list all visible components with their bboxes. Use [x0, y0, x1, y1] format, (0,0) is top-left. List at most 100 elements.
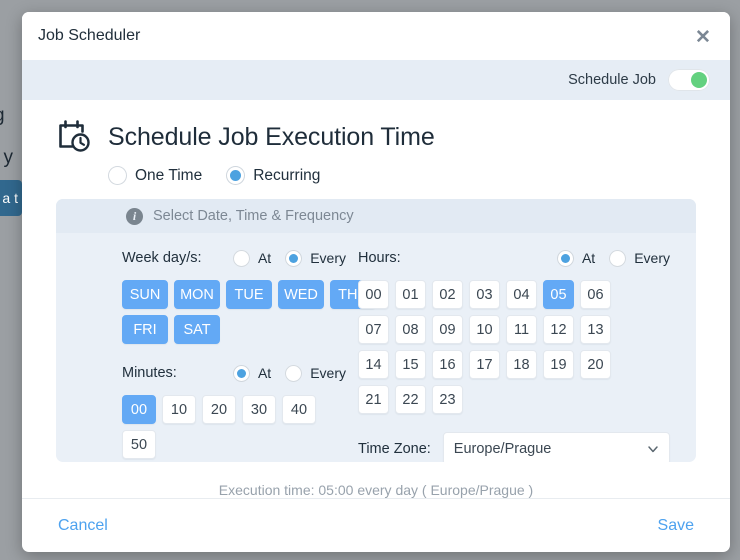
- hour-chip[interactable]: 13: [580, 315, 611, 344]
- radio-recurring[interactable]: [226, 166, 246, 185]
- hour-chip-grid: 00 01 02 03 04 05 06 07 08 09 10 11 12 1…: [358, 280, 640, 414]
- timezone-select[interactable]: Europe/Prague: [442, 432, 670, 462]
- mode-option-recurring[interactable]: Recurring: [226, 166, 320, 185]
- minute-chip[interactable]: 30: [242, 395, 276, 424]
- mode-option-one-time[interactable]: One Time: [108, 166, 202, 185]
- hour-chip[interactable]: 18: [506, 350, 537, 379]
- hour-chip[interactable]: 17: [469, 350, 500, 379]
- weekday-minute-column: Week day/s: At Every SUN MON TUE WED THU…: [56, 247, 376, 462]
- hours-label: Hours:: [358, 250, 401, 266]
- hour-chip[interactable]: 22: [395, 385, 426, 414]
- cancel-button[interactable]: Cancel: [56, 513, 110, 539]
- minute-chip[interactable]: 50: [122, 430, 156, 459]
- minutes-mode-every-label: Every: [310, 365, 346, 381]
- schedule-mode-radio-group: One Time Recurring: [108, 166, 696, 185]
- dialog-title: Job Scheduler: [38, 27, 141, 44]
- hours-mode-at[interactable]: At: [556, 249, 595, 267]
- schedule-job-label: Schedule Job: [568, 72, 656, 88]
- radio-hours-at[interactable]: [556, 249, 574, 267]
- weekday-chip[interactable]: WED: [278, 280, 324, 309]
- weekdays-mode-at-label: At: [257, 250, 272, 266]
- chevron-down-icon: [647, 443, 659, 455]
- job-scheduler-dialog: Job Scheduler ✕ Schedule Job Schedule Jo…: [22, 12, 730, 552]
- frequency-panel-header: i Select Date, Time & Frequency: [56, 199, 696, 233]
- timezone-value: Europe/Prague: [453, 440, 552, 457]
- minutes-mode-at[interactable]: At: [232, 364, 272, 382]
- radio-weekdays-every[interactable]: [285, 249, 303, 267]
- radio-weekdays-at[interactable]: [232, 249, 250, 267]
- hour-chip[interactable]: 23: [432, 385, 463, 414]
- radio-minutes-every[interactable]: [285, 364, 303, 382]
- schedule-job-strip: Schedule Job: [22, 60, 730, 100]
- weekday-chip[interactable]: SUN: [122, 280, 168, 309]
- hour-chip[interactable]: 12: [543, 315, 574, 344]
- minutes-mode-at-label: At: [257, 365, 272, 381]
- schedule-job-toggle[interactable]: [668, 69, 710, 91]
- weekday-chip[interactable]: TUE: [226, 280, 272, 309]
- hour-chip[interactable]: 14: [358, 350, 389, 379]
- minutes-header: Minutes: At Every: [122, 362, 346, 384]
- hour-chip[interactable]: 11: [506, 315, 537, 344]
- dialog-footer: Cancel Save: [22, 498, 730, 552]
- radio-minutes-at[interactable]: [232, 364, 250, 382]
- radio-hours-every[interactable]: [609, 249, 627, 267]
- mode-option-one-time-label: One Time: [135, 166, 203, 184]
- radio-one-time[interactable]: [108, 166, 127, 185]
- hour-chip[interactable]: 15: [395, 350, 426, 379]
- mode-option-recurring-label: Recurring: [253, 166, 321, 184]
- hour-chip[interactable]: 01: [395, 280, 426, 309]
- frequency-panel: i Select Date, Time & Frequency Week day…: [56, 199, 696, 462]
- hour-chip[interactable]: 10: [469, 315, 500, 344]
- toggle-knob: [691, 72, 707, 88]
- execution-summary: Execution time: 05:00 every day ( Europe…: [218, 482, 534, 498]
- weekday-chip[interactable]: MON: [174, 280, 220, 309]
- hours-mode-radio-group: At Every: [556, 249, 670, 267]
- close-icon[interactable]: ✕: [688, 22, 718, 52]
- minute-chip-grid: 00 10 20 30 40 50: [122, 395, 346, 459]
- page-title: Schedule Job Execution Time: [108, 122, 435, 151]
- minute-chip[interactable]: 20: [202, 395, 236, 424]
- weekday-chip[interactable]: FRI: [122, 315, 168, 344]
- weekdays-label: Week day/s:: [122, 250, 202, 266]
- info-icon: i: [126, 207, 143, 225]
- hour-chip[interactable]: 20: [580, 350, 611, 379]
- hour-chip[interactable]: 16: [432, 350, 463, 379]
- frequency-panel-header-label: Select Date, Time & Frequency: [153, 208, 354, 224]
- hour-chip[interactable]: 08: [395, 315, 426, 344]
- minutes-mode-every[interactable]: Every: [285, 364, 346, 382]
- hour-chip[interactable]: 19: [543, 350, 574, 379]
- hour-chip[interactable]: 06: [580, 280, 611, 309]
- save-button[interactable]: Save: [656, 513, 696, 539]
- weekday-chip[interactable]: SAT: [174, 315, 220, 344]
- hours-mode-every[interactable]: Every: [609, 249, 670, 267]
- minutes-mode-radio-group: At Every: [232, 364, 346, 382]
- weekdays-mode-every[interactable]: Every: [285, 249, 346, 267]
- hour-chip[interactable]: 05: [543, 280, 574, 309]
- dialog-titlebar: Job Scheduler ✕: [22, 12, 730, 60]
- minute-chip[interactable]: 00: [122, 395, 156, 424]
- hour-chip[interactable]: 04: [506, 280, 537, 309]
- weekdays-mode-radio-group: At Every: [232, 249, 346, 267]
- hour-chip[interactable]: 02: [432, 280, 463, 309]
- weekdays-mode-every-label: Every: [310, 250, 346, 266]
- hour-chip[interactable]: 21: [358, 385, 389, 414]
- calendar-clock-icon: [56, 118, 94, 156]
- frequency-panel-columns: Week day/s: At Every SUN MON TUE WED THU…: [56, 233, 696, 462]
- minutes-label: Minutes:: [122, 365, 177, 381]
- hour-chip[interactable]: 07: [358, 315, 389, 344]
- minute-chip[interactable]: 40: [282, 395, 316, 424]
- dialog-body: Schedule Job Execution Time One Time Rec…: [22, 100, 730, 498]
- minutes-block: Minutes: At Every 00 10 20 30 40 50: [122, 362, 346, 459]
- minute-chip[interactable]: 10: [162, 395, 196, 424]
- timezone-row: Time Zone: Europe/Prague: [358, 432, 670, 462]
- timezone-label: Time Zone:: [358, 440, 431, 457]
- hour-chip[interactable]: 00: [358, 280, 389, 309]
- hours-header: Hours: At Every: [358, 247, 670, 269]
- weekdays-header: Week day/s: At Every: [122, 247, 346, 269]
- hour-chip[interactable]: 09: [432, 315, 463, 344]
- weekdays-mode-at[interactable]: At: [232, 249, 272, 267]
- section-heading: Schedule Job Execution Time: [56, 118, 696, 156]
- hour-chip[interactable]: 03: [469, 280, 500, 309]
- hours-mode-every-label: Every: [634, 250, 670, 266]
- background-action-button[interactable]: a t: [0, 180, 22, 216]
